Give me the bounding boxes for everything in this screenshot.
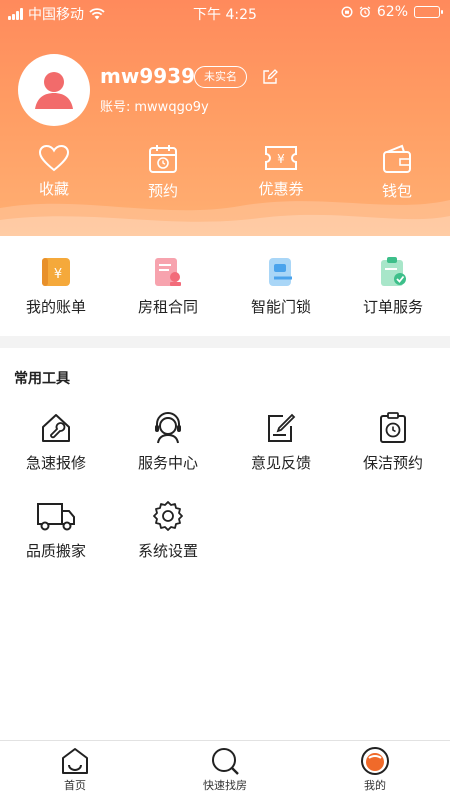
home-icon [62,748,88,774]
tool-label: 品质搬家 [25,542,86,560]
battery-percentage: 62% [376,4,408,20]
bill-icon: ¥ [42,258,70,286]
service-row: ¥ 我的账单 房租合同 智能门锁 订单服务 [0,236,450,336]
service-smart-lock[interactable]: 智能门锁 [231,256,331,317]
service-label: 我的账单 [25,298,86,316]
order-service-icon [381,257,406,286]
tool-service-center[interactable]: 服务中心 [118,412,218,473]
cleaning-icon [380,412,406,443]
feedback-icon [268,413,296,442]
profile-header: 中国移动 下午 4:25 62% mw9939 未实名 账号: mwwqgo9y… [0,0,450,236]
tool-system-settings[interactable]: 系统设置 [118,500,218,561]
account-id: mwwqgo9y [134,100,209,115]
tools-section-title: 常用工具 [14,371,70,387]
repair-icon [42,414,70,442]
account-line: 账号: mwwqgo9y [100,96,209,115]
service-my-bills[interactable]: ¥ 我的账单 [6,256,106,317]
service-order-service[interactable]: 订单服务 [343,256,443,317]
coupon-icon: ¥ [265,146,297,170]
calendar-icon [149,145,177,173]
quick-action-appointment[interactable]: 预约 [123,144,203,201]
customer-service-icon [155,412,181,444]
truck-icon [37,503,75,531]
tool-quality-moving[interactable]: 品质搬家 [6,500,106,561]
svg-text:¥: ¥ [54,267,62,282]
gear-icon [153,501,183,531]
contract-icon [155,258,181,286]
tool-label: 系统设置 [137,542,198,560]
tool-quick-repair[interactable]: 急速报修 [6,412,106,473]
quick-action-favorites[interactable]: 收藏 [14,144,94,199]
quick-action-wallet[interactable]: 钱包 [357,144,437,201]
verification-badge[interactable]: 未实名 [194,66,247,88]
service-label: 订单服务 [362,298,423,316]
tab-home[interactable]: 首页 [30,747,120,793]
tab-label: 快速找房 [203,779,247,792]
tab-quick-find[interactable]: 快速找房 [180,747,270,793]
tool-cleaning-booking[interactable]: 保洁预约 [343,412,443,473]
tab-label: 我的 [364,779,386,792]
service-label: 房租合同 [137,298,198,316]
bottom-tab-bar: 首页 快速找房 我的 [0,740,450,800]
smart-lock-icon [269,258,292,286]
quick-action-label: 钱包 [381,182,412,200]
quick-action-coupons[interactable]: ¥ 优惠券 [241,144,321,199]
edit-icon[interactable] [262,69,278,85]
account-label: 账号: [100,100,131,115]
rotation-lock-icon [341,6,353,18]
search-icon [212,748,239,775]
quick-action-label: 收藏 [38,180,69,198]
quick-action-label: 优惠券 [258,180,304,198]
tool-label: 意见反馈 [250,454,311,472]
alarm-icon [359,6,371,18]
avatar[interactable] [18,54,90,126]
status-bar: 中国移动 下午 4:25 62% [0,0,450,24]
user-avatar-icon [35,72,73,109]
tab-mine[interactable]: 我的 [330,747,420,793]
service-label: 智能门锁 [250,298,311,316]
tool-feedback[interactable]: 意见反馈 [231,412,331,473]
username: mw9939 [100,64,195,88]
section-divider [0,336,450,348]
tool-label: 保洁预约 [362,454,423,472]
profile-icon [361,747,389,775]
tab-label: 首页 [64,779,86,792]
heart-icon [38,144,70,172]
svg-text:¥: ¥ [277,152,285,166]
tool-label: 服务中心 [137,454,198,472]
wallet-icon [383,144,411,173]
battery-icon [414,6,443,18]
quick-action-label: 预约 [147,182,178,200]
tool-label: 急速报修 [25,454,86,472]
service-rental-contract[interactable]: 房租合同 [118,256,218,317]
